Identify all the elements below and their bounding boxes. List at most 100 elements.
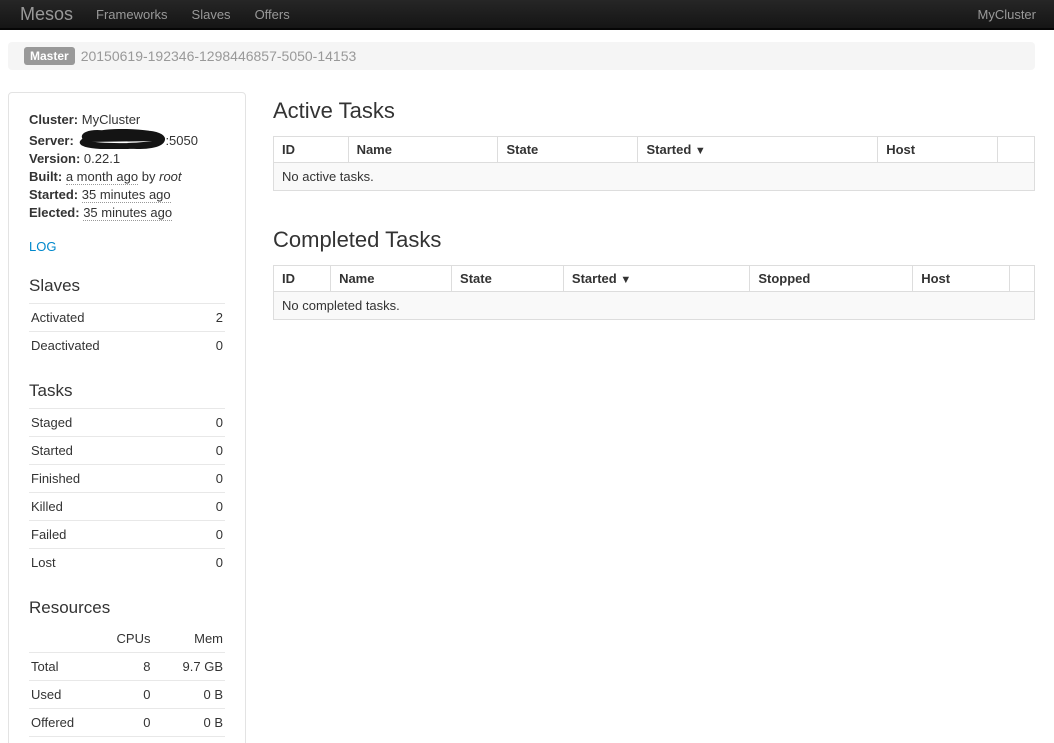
tasks-killed-label: Killed <box>29 493 191 521</box>
log-link[interactable]: LOG <box>29 239 56 254</box>
tasks-failed-label: Failed <box>29 521 191 549</box>
cluster-info-line: Cluster: MyCluster <box>29 111 225 129</box>
master-id: 20150619-192346-1298446857-5050-14153 <box>81 48 357 64</box>
table-row: Killed 0 <box>29 493 225 521</box>
resources-header-mem: Mem <box>152 625 225 653</box>
breadcrumb: Master 20150619-192346-1298446857-5050-1… <box>8 42 1035 70</box>
server-label: Server: <box>29 133 74 148</box>
nav-offers[interactable]: Offers <box>255 7 290 22</box>
tasks-section-title: Tasks <box>29 381 225 401</box>
tasks-killed-value: 0 <box>191 493 225 521</box>
table-row: Offered 0 0 B <box>29 709 225 737</box>
resources-section-title: Resources <box>29 598 225 618</box>
server-info-line: Server: :5050 <box>29 129 225 150</box>
active-tasks-table: ID Name State Started ▼ Host No active t… <box>273 136 1035 191</box>
active-col-started[interactable]: Started ▼ <box>638 137 878 163</box>
server-address-redaction-scribble <box>77 129 165 149</box>
completed-tasks-title: Completed Tasks <box>273 227 1035 253</box>
table-row: Lost 0 <box>29 549 225 577</box>
brand-mesos[interactable]: Mesos <box>20 0 73 29</box>
elected-info-line: Elected: 35 minutes ago <box>29 204 225 222</box>
master-badge: Master <box>24 47 75 65</box>
completed-col-started[interactable]: Started ▼ <box>563 266 749 292</box>
built-user: root <box>159 169 181 184</box>
completed-tasks-header-row: ID Name State Started ▼ Stopped Host <box>274 266 1035 292</box>
table-row: Used 0 0 B <box>29 681 225 709</box>
resources-offered-cpus: 0 <box>111 709 152 737</box>
tasks-staged-value: 0 <box>191 409 225 437</box>
tasks-lost-value: 0 <box>191 549 225 577</box>
tasks-started-label: Started <box>29 437 191 465</box>
slaves-deactivated-label: Deactivated <box>29 332 199 360</box>
elected-label: Elected: <box>29 205 80 220</box>
resources-offered-mem: 0 B <box>152 709 225 737</box>
active-tasks-empty-message: No active tasks. <box>274 163 1035 191</box>
built-label: Built: <box>29 169 62 184</box>
active-col-name[interactable]: Name <box>348 137 498 163</box>
table-row: Deactivated 0 <box>29 332 225 360</box>
completed-col-host[interactable]: Host <box>913 266 1010 292</box>
table-row: Activated 2 <box>29 304 225 332</box>
resources-total-label: Total <box>29 653 111 681</box>
cluster-value: MyCluster <box>82 112 141 127</box>
completed-col-actions <box>1009 266 1034 292</box>
navbar: Mesos Frameworks Slaves Offers MyCluster <box>0 0 1054 30</box>
tasks-failed-value: 0 <box>191 521 225 549</box>
sidebar-panel: Cluster: MyCluster Server: :5050 Version… <box>8 92 246 743</box>
resources-used-cpus: 0 <box>111 681 152 709</box>
completed-col-stopped[interactable]: Stopped <box>750 266 913 292</box>
resources-table: CPUs Mem Total 8 9.7 GB Used 0 0 B Offer… <box>29 625 225 743</box>
elected-value: 35 minutes ago <box>83 205 172 221</box>
table-row: Started 0 <box>29 437 225 465</box>
resources-used-mem: 0 B <box>152 681 225 709</box>
slaves-table: Activated 2 Deactivated 0 <box>29 303 225 359</box>
nav-slaves[interactable]: Slaves <box>192 7 231 22</box>
slaves-activated-label: Activated <box>29 304 199 332</box>
table-row: No completed tasks. <box>274 292 1035 320</box>
table-row: Idle 8 9.7 GB <box>29 737 225 743</box>
tasks-started-value: 0 <box>191 437 225 465</box>
main-content: Active Tasks ID Name State Started ▼ Hos… <box>273 92 1035 320</box>
tasks-table: Staged 0 Started 0 Finished 0 Killed 0 F… <box>29 408 225 576</box>
resources-idle-mem: 9.7 GB <box>152 737 225 743</box>
built-time: a month ago <box>66 169 138 185</box>
resources-idle-cpus: 8 <box>111 737 152 743</box>
nav-frameworks[interactable]: Frameworks <box>96 7 168 22</box>
tasks-lost-label: Lost <box>29 549 191 577</box>
tasks-staged-label: Staged <box>29 409 191 437</box>
sort-desc-icon: ▼ <box>620 274 631 286</box>
cluster-label: Cluster: <box>29 112 78 127</box>
table-row: Staged 0 <box>29 409 225 437</box>
active-col-actions <box>998 137 1035 163</box>
table-row: Finished 0 <box>29 465 225 493</box>
active-tasks-header-row: ID Name State Started ▼ Host <box>274 137 1035 163</box>
active-col-state[interactable]: State <box>498 137 638 163</box>
active-col-host[interactable]: Host <box>878 137 998 163</box>
slaves-activated-value: 2 <box>199 304 225 332</box>
resources-used-label: Used <box>29 681 111 709</box>
version-label: Version: <box>29 151 80 166</box>
completed-col-id[interactable]: ID <box>274 266 331 292</box>
sort-desc-icon: ▼ <box>695 145 706 157</box>
page-content: Cluster: MyCluster Server: :5050 Version… <box>8 92 1035 743</box>
completed-col-state[interactable]: State <box>452 266 564 292</box>
tasks-finished-label: Finished <box>29 465 191 493</box>
tasks-finished-value: 0 <box>191 465 225 493</box>
completed-tasks-table: ID Name State Started ▼ Stopped Host No … <box>273 265 1035 320</box>
resources-idle-label: Idle <box>29 737 111 743</box>
navbar-cluster-name: MyCluster <box>977 7 1036 22</box>
slaves-section-title: Slaves <box>29 276 225 296</box>
resources-header-cpus: CPUs <box>111 625 152 653</box>
table-row: Total 8 9.7 GB <box>29 653 225 681</box>
version-value: 0.22.1 <box>84 151 120 166</box>
resources-total-mem: 9.7 GB <box>152 653 225 681</box>
completed-col-name[interactable]: Name <box>331 266 452 292</box>
resources-header-spacer <box>29 625 111 653</box>
table-row: No active tasks. <box>274 163 1035 191</box>
active-col-id[interactable]: ID <box>274 137 349 163</box>
server-port: :5050 <box>165 133 198 148</box>
started-info-line: Started: 35 minutes ago <box>29 186 225 204</box>
started-label: Started: <box>29 187 78 202</box>
built-info-line: Built: a month ago by root <box>29 168 225 186</box>
completed-tasks-empty-message: No completed tasks. <box>274 292 1035 320</box>
